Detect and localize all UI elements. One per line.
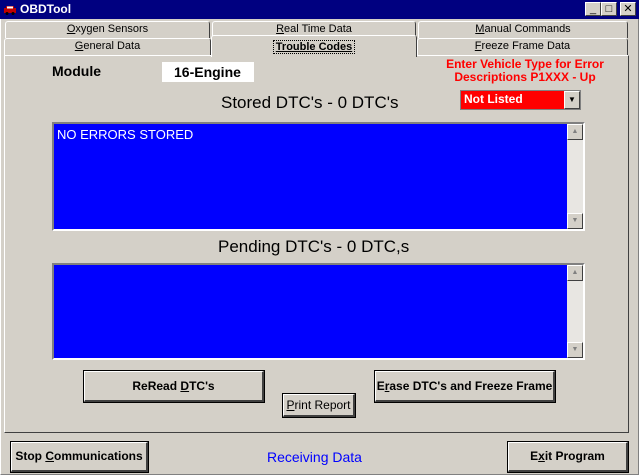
vehicle-type-value: Not Listed (464, 92, 523, 106)
close-icon: ✕ (623, 3, 633, 15)
pending-dtc-heading: Pending DTC's - 0 DTC,s (218, 237, 410, 256)
reread-dtcs-button[interactable]: ReRead DTC's (84, 371, 264, 402)
print-report-button[interactable]: Print Report (283, 394, 355, 417)
module-value: 16-Engine (162, 62, 254, 82)
tab-label-rest: eal Time Data (284, 23, 352, 35)
tab-label-accel: F (474, 40, 482, 52)
button-label-accel: C (45, 449, 54, 463)
tab-label-rest: eneral Data (83, 40, 141, 52)
tab-label-accel: R (276, 23, 285, 35)
tab-freeze-frame-data[interactable]: Freeze Frame Data (417, 38, 628, 55)
button-label-accel: x (538, 449, 545, 463)
title-bar[interactable] (0, 0, 639, 19)
tab-trouble-codes[interactable]: Trouble Codes (211, 35, 417, 57)
vehicle-type-note: Enter Vehicle Type for Error Description… (430, 58, 620, 84)
tab-label-rest: anual Commands (484, 23, 571, 35)
button-label-rest: it Program (544, 449, 605, 463)
status-text: Receiving Data (267, 449, 362, 465)
exit-program-button[interactable]: Exit Program (508, 442, 628, 472)
minimize-icon: _ (589, 3, 597, 15)
button-label-accel: D (180, 379, 190, 393)
tab-label-rest: reeze Frame Data (481, 40, 571, 52)
car-icon (3, 3, 17, 15)
scroll-up-icon[interactable]: ▲ (567, 124, 583, 140)
button-label-rest: ommunications (53, 449, 143, 463)
scroll-down-icon[interactable]: ▼ (567, 213, 583, 229)
tab-label-rest: xygen Sensors (75, 23, 149, 35)
close-button[interactable]: ✕ (620, 2, 636, 16)
pending-dtc-list[interactable] (52, 263, 585, 360)
button-label-rest: ase DTC's and Freeze Frame (389, 379, 553, 393)
tab-oxygen-sensors[interactable]: Oxygen Sensors (5, 21, 210, 38)
erase-dtcs-button[interactable]: Erase DTC's and Freeze Frame (375, 371, 555, 402)
button-label-rest: TC's (189, 379, 215, 393)
tab-label: Trouble Codes (272, 40, 356, 54)
minimize-button[interactable]: _ (585, 2, 601, 16)
button-label: ReRead (132, 379, 181, 393)
button-label-rest: rint Report (294, 398, 351, 412)
button-label: E (530, 449, 539, 463)
tab-manual-commands[interactable]: Manual Commands (418, 21, 628, 38)
tab-general-data[interactable]: General Data (4, 38, 211, 55)
button-label: E (376, 379, 385, 393)
scroll-up-icon[interactable]: ▲ (567, 265, 583, 281)
stop-communications-button[interactable]: Stop Communications (11, 442, 148, 472)
button-label: Stop (15, 449, 46, 463)
vehicle-note-line2: Descriptions P1XXX - Up (454, 70, 596, 84)
stored-dtc-heading: Stored DTC's - 0 DTC's (221, 93, 399, 112)
chevron-down-icon[interactable]: ▼ (564, 91, 580, 109)
stored-dtc-item: NO ERRORS STORED (57, 127, 194, 142)
window-title: OBDTool (20, 2, 72, 16)
scroll-down-icon[interactable]: ▼ (567, 342, 583, 358)
maximize-button[interactable]: □ (601, 2, 617, 16)
module-label: Module (52, 63, 101, 79)
maximize-icon: □ (605, 3, 613, 15)
